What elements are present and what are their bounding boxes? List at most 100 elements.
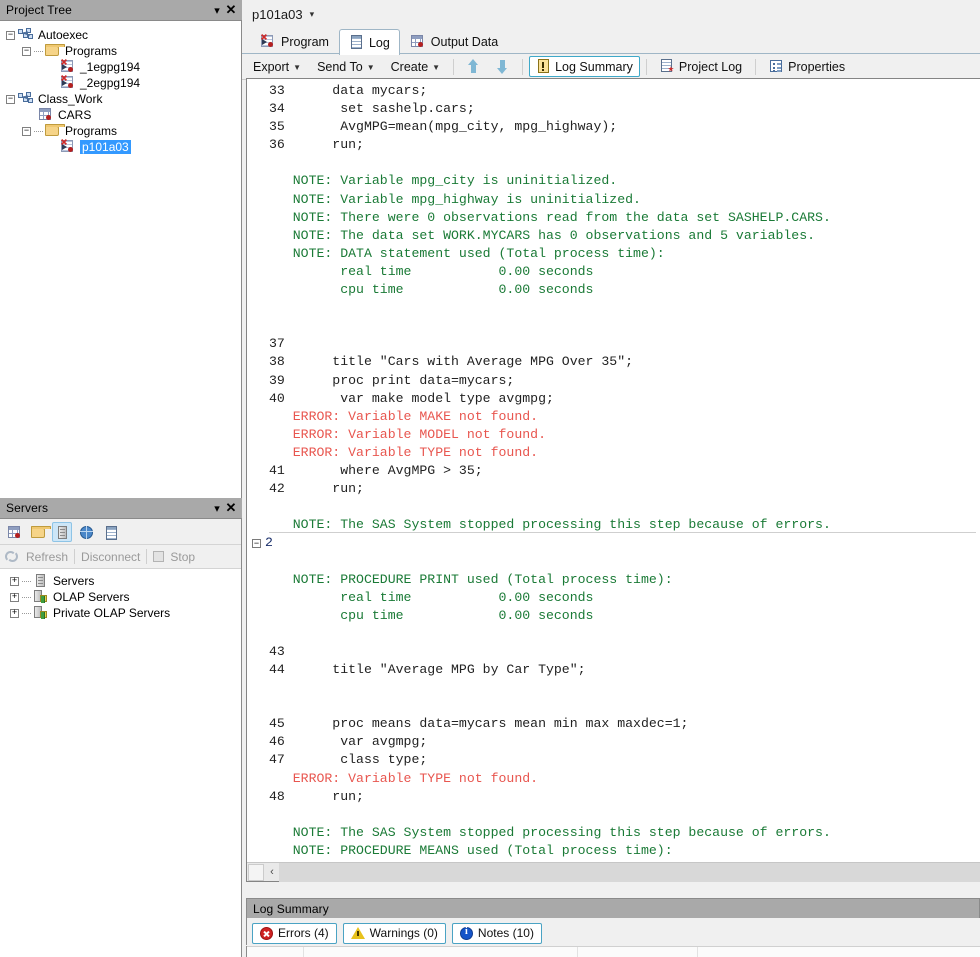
tree-node-cars[interactable]: CARS bbox=[0, 107, 241, 123]
sas-enterprise-guide-window: Project Tree ▾ ✕ − Autoexec − Programs bbox=[0, 0, 980, 957]
log-summary-titlebar: Log Summary bbox=[246, 898, 980, 918]
chevron-down-icon: ▼ bbox=[432, 63, 440, 72]
expander-plus-icon[interactable]: + bbox=[10, 593, 19, 602]
expander-plus-icon[interactable]: + bbox=[10, 609, 19, 618]
log-line: NOTE: PROCEDURE MEANS used (Total proces… bbox=[269, 842, 980, 860]
project-tree-titlebar: Project Tree ▾ ✕ bbox=[0, 0, 242, 21]
servers-node-label: OLAP Servers bbox=[53, 590, 129, 604]
servers-node-olap-servers[interactable]: + OLAP Servers bbox=[4, 589, 241, 605]
tree-node-class-work-programs[interactable]: − Programs bbox=[0, 123, 241, 139]
notes-filter-button[interactable]: Notes (10) bbox=[452, 923, 542, 944]
expander-minus-icon[interactable]: − bbox=[6, 95, 15, 104]
log-summary-toggle-button[interactable]: Log Summary bbox=[529, 56, 640, 77]
tab-label: Output Data bbox=[431, 35, 498, 49]
fold-label: 2 bbox=[265, 535, 273, 550]
log-page-icon[interactable] bbox=[100, 522, 120, 542]
next-item-button[interactable] bbox=[489, 56, 516, 77]
project-icon bbox=[18, 28, 34, 42]
fold-minus-icon[interactable]: − bbox=[252, 539, 261, 548]
tab-program[interactable]: Program bbox=[250, 29, 339, 54]
tab-log[interactable]: Log bbox=[339, 29, 400, 55]
servers-action-toolbar: Refresh Disconnect Stop bbox=[0, 545, 241, 569]
error-icon bbox=[260, 927, 273, 940]
close-icon[interactable]: ✕ bbox=[224, 500, 238, 516]
tree-node-autoexec-programs[interactable]: − Programs bbox=[0, 43, 241, 59]
open-folder-icon[interactable] bbox=[28, 522, 48, 542]
document-tabstrip: Program Log Output Data bbox=[242, 28, 980, 54]
create-menu-button[interactable]: Create ▼ bbox=[384, 57, 447, 77]
server-list-icon[interactable] bbox=[4, 522, 24, 542]
olap-globe-icon[interactable] bbox=[76, 522, 96, 542]
expander-minus-icon[interactable]: − bbox=[22, 47, 31, 56]
log-line: cpu time 0.00 seconds bbox=[269, 607, 980, 625]
tree-node-_2egpg194[interactable]: _2egpg194 bbox=[0, 75, 241, 91]
folder-icon bbox=[45, 44, 61, 58]
servers-body: Refresh Disconnect Stop + Servers bbox=[0, 519, 242, 957]
log-horizontal-scrollbar[interactable]: ‹ bbox=[247, 862, 980, 881]
tree-node-class-work[interactable]: − Class_Work bbox=[0, 91, 241, 107]
tree-node-p101a03[interactable]: p101a03 bbox=[0, 139, 241, 155]
scroll-track[interactable] bbox=[279, 863, 980, 882]
output-data-icon bbox=[410, 35, 426, 49]
log-icon bbox=[349, 35, 364, 50]
log-summary-grid[interactable] bbox=[246, 946, 980, 957]
log-text[interactable]: 33 data mycars;34 set sashelp.cars;35 Av… bbox=[269, 79, 980, 861]
program-icon bbox=[260, 35, 276, 49]
arrow-up-icon bbox=[467, 59, 480, 74]
toolbar-separator bbox=[74, 549, 75, 564]
servers-node-private-olap-servers[interactable]: + Private OLAP Servers bbox=[4, 605, 241, 621]
log-summary-icon bbox=[536, 59, 551, 74]
servers-title: Servers bbox=[6, 501, 210, 515]
log-line: 47 class type; bbox=[269, 751, 980, 769]
servers-icon[interactable] bbox=[52, 522, 72, 542]
chevron-down-icon[interactable]: ▾ bbox=[310, 9, 315, 20]
log-line: 42 run; bbox=[269, 480, 980, 498]
refresh-button[interactable]: Refresh bbox=[26, 550, 68, 564]
send-to-menu-button[interactable]: Send To ▼ bbox=[310, 57, 382, 77]
expander-minus-icon[interactable]: − bbox=[6, 31, 15, 40]
chevron-down-icon[interactable]: ▾ bbox=[210, 500, 224, 516]
tree-node-_1egpg194[interactable]: _1egpg194 bbox=[0, 59, 241, 75]
previous-item-button[interactable] bbox=[460, 56, 487, 77]
stop-button[interactable]: Stop bbox=[170, 550, 195, 564]
chevron-left-icon[interactable]: ‹ bbox=[265, 866, 279, 878]
export-label: Export bbox=[253, 60, 289, 74]
project-log-icon bbox=[660, 59, 675, 74]
tree-node-autoexec[interactable]: − Autoexec bbox=[0, 27, 241, 43]
tree-node-label: CARS bbox=[58, 108, 91, 122]
servers-tree[interactable]: + Servers + OLAP Servers + bbox=[0, 569, 241, 621]
servers-node-servers[interactable]: + Servers bbox=[4, 573, 241, 589]
document-titlebar: p101a03 ▾ bbox=[242, 0, 980, 28]
errors-filter-button[interactable]: Errors (4) bbox=[252, 923, 337, 944]
tree-node-label: Autoexec bbox=[38, 28, 88, 42]
tree-connector bbox=[34, 51, 43, 52]
expander-plus-icon[interactable]: + bbox=[10, 577, 19, 586]
program-icon bbox=[60, 76, 76, 90]
log-line bbox=[269, 534, 980, 552]
toolbar-separator bbox=[453, 59, 454, 75]
fold-separator bbox=[269, 532, 976, 533]
disconnect-button[interactable]: Disconnect bbox=[81, 550, 140, 564]
export-menu-button[interactable]: Export ▼ bbox=[246, 57, 308, 77]
properties-button[interactable]: Properties bbox=[762, 56, 852, 77]
log-line: NOTE: There were 0 observations read fro… bbox=[269, 209, 980, 227]
log-line: 37 bbox=[269, 335, 980, 353]
project-log-button[interactable]: Project Log bbox=[653, 56, 749, 77]
chevron-down-icon: ▼ bbox=[293, 63, 301, 72]
tree-node-label: _1egpg194 bbox=[80, 60, 140, 74]
close-icon[interactable]: ✕ bbox=[224, 2, 238, 18]
servers-panel: Servers ▾ ✕ bbox=[0, 498, 242, 957]
chevron-down-icon[interactable]: ▾ bbox=[210, 2, 224, 18]
log-viewer[interactable]: − 33 data mycars;34 set sashelp.cars;35 … bbox=[246, 78, 980, 882]
tree-node-label: Programs bbox=[65, 124, 117, 138]
document-title: p101a03 bbox=[252, 7, 303, 22]
expander-minus-icon[interactable]: − bbox=[22, 127, 31, 136]
errors-label: Errors (4) bbox=[278, 926, 329, 940]
olap-icon bbox=[33, 606, 49, 620]
project-tree-body[interactable]: − Autoexec − Programs _1egpg194 _2egpg bbox=[0, 21, 242, 498]
log-content[interactable]: − 33 data mycars;34 set sashelp.cars;35 … bbox=[247, 79, 980, 861]
project-tree-title: Project Tree bbox=[6, 3, 210, 17]
servers-node-label: Servers bbox=[53, 574, 94, 588]
tab-output-data[interactable]: Output Data bbox=[400, 29, 508, 54]
warnings-filter-button[interactable]: Warnings (0) bbox=[343, 923, 446, 944]
